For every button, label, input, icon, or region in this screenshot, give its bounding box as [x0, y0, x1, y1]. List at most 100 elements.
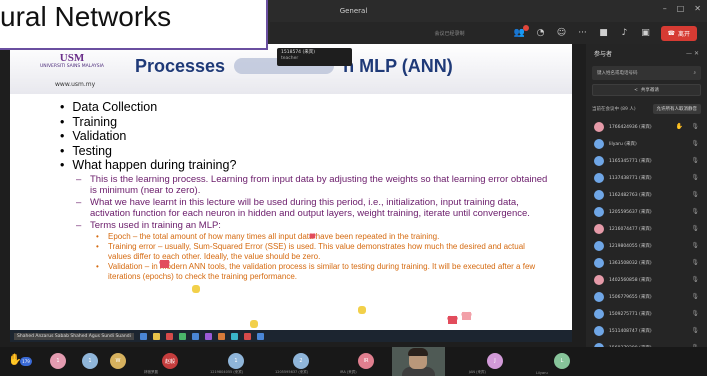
sub-item: • Training error – usually, Sum-Squared E… [96, 242, 550, 261]
mic-icon[interactable]: ♪ [619, 27, 631, 39]
participant-name: 1363508032 (来宾) [609, 260, 652, 266]
search-icon: ⌕ [693, 71, 696, 76]
video-strip: 1 1 W 赵毅 林驰罗晨 1 1219804055 (来宾) 2 120559563… [0, 347, 707, 376]
avatar [594, 240, 604, 251]
avatar [594, 155, 604, 166]
mic-muted-icon[interactable]: 🎙 [691, 191, 699, 198]
slide-url: www.usm.my [55, 81, 96, 88]
close-panel-icon[interactable]: ✕ [694, 50, 699, 57]
avatar: L [554, 353, 570, 369]
participant-list: 1766424936 (来宾) ✋ 🎙 lilyaru (来宾) 🎙 11653457… [586, 118, 707, 356]
share-invite-button[interactable]: < 共享邀请 [592, 84, 701, 96]
recording-status: 会议已经录制 [434, 30, 465, 37]
maximize-icon[interactable]: □ [677, 4, 685, 13]
mic-muted-icon[interactable]: 🎙 [691, 242, 699, 249]
tile-name: Lilyaru [536, 371, 548, 375]
participant-row[interactable]: 1162482763 (来宾) 🎙 [586, 186, 707, 203]
mic-muted-icon[interactable]: 🎙 [691, 293, 699, 300]
share-icon: < [634, 87, 638, 93]
bullet-item: What happen during training? [60, 158, 550, 173]
avatar [594, 274, 604, 285]
share-icon[interactable]: ▣ [640, 27, 652, 39]
usm-logo: USM UNIVERSITI SAINS MALAYSIA [32, 52, 112, 84]
participant-row[interactable]: 1137438771 (来宾) 🎙 [586, 169, 707, 186]
video-tile[interactable]: 1 1219804055 (来宾) [208, 350, 268, 374]
avatar: W [110, 353, 126, 369]
mic-muted-icon[interactable]: 🎙 [691, 208, 699, 215]
sub-text: Epoch – the total amount of how many tim… [108, 231, 440, 241]
close-icon[interactable]: ✕ [694, 4, 701, 13]
tile-name: IRA (来宾) [340, 370, 357, 374]
participant-name-popup: 1518574 (来宾) teacher [277, 48, 352, 66]
chat-icon[interactable]: ◔ [535, 27, 547, 39]
participant-name: 1509275771 (来宾) [609, 311, 652, 317]
heart-reaction [160, 260, 169, 268]
participant-name: 1766424936 (来宾) [609, 124, 652, 130]
panel-title: 参与者 [594, 50, 613, 58]
participant-row[interactable]: 1509275771 (来宾) 🎙 [586, 305, 707, 322]
mic-muted-icon[interactable]: 🎙 [691, 157, 699, 164]
tile-name: 1219804055 (来宾) [210, 370, 244, 374]
bullet-item: Testing [60, 144, 550, 159]
video-tile[interactable]: W [90, 350, 150, 374]
mic-muted-icon[interactable]: 🎙 [691, 123, 699, 130]
minimize-panel-icon[interactable]: — [686, 50, 692, 57]
participant-row[interactable]: 1511408747 (来宾) 🎙 [586, 322, 707, 339]
video-tile[interactable]: J JAN (来宾) [467, 350, 527, 374]
presenter-label: Shahed Anzarus Sabab Shahed Agus Sundi S… [14, 332, 134, 340]
leave-button[interactable]: ☎ 离开 [660, 25, 697, 41]
bullet-item: Training [60, 115, 550, 130]
video-tile[interactable]: 赵毅 林驰罗晨 [142, 350, 202, 374]
participant-row[interactable]: 1363508032 (来宾) 🎙 [586, 254, 707, 271]
participant-row[interactable]: lilyaru (来宾) 🎙 [586, 135, 707, 152]
participant-name: 1506779655 (来宾) [609, 294, 652, 300]
dash-text: Terms used in training an MLP: [90, 219, 221, 231]
avatar: 1 [228, 353, 244, 369]
avatar [594, 172, 604, 183]
thumbs-up-reaction [192, 285, 200, 293]
reactions-icon[interactable]: ☺ [556, 27, 568, 39]
notification-dot [522, 25, 529, 31]
avatar: IR [358, 353, 374, 369]
participant-row[interactable]: 1506779655 (来宾) 🎙 [586, 288, 707, 305]
camera-icon[interactable]: ■ [598, 27, 610, 39]
taskbar-icon [139, 332, 147, 340]
participant-search[interactable]: 键入姓名或电话号码 ⌕ [592, 66, 701, 80]
video-tile[interactable]: 2 1205595637 (来宾) [273, 350, 333, 374]
participant-row[interactable]: 1216074477 (来宾) 🎙 [586, 220, 707, 237]
mic-muted-icon[interactable]: 🎙 [691, 276, 699, 283]
mic-muted-icon[interactable]: 🎙 [691, 140, 699, 147]
taskbar-icon [243, 332, 251, 340]
participant-name: 1205595637 (来宾) [609, 209, 652, 215]
mic-muted-icon[interactable]: 🎙 [691, 310, 699, 317]
mic-muted-icon[interactable]: 🎙 [691, 259, 699, 266]
participant-row[interactable]: 1402560858 (来宾) 🎙 [586, 271, 707, 288]
participant-row[interactable]: 1766424936 (来宾) ✋ 🎙 [586, 118, 707, 135]
participant-row[interactable]: 1205595637 (来宾) 🎙 [586, 203, 707, 220]
mic-muted-icon[interactable]: 🎙 [691, 225, 699, 232]
sub-text: Validation – in modern ANN tools, the va… [108, 262, 536, 281]
heart-reaction [448, 316, 457, 324]
avatar [594, 206, 604, 217]
participant-row[interactable]: 1219804055 (来宾) 🎙 [586, 237, 707, 254]
sub-marker: • [96, 262, 99, 271]
minimize-icon[interactable]: – [663, 4, 667, 13]
tile-name: 林驰罗晨 [144, 370, 158, 374]
video-tile[interactable]: IR IRA (来宾) [338, 350, 398, 374]
person-hair [408, 348, 428, 356]
tile-name: JAN (来宾) [469, 370, 486, 374]
participant-name: 1162482763 (来宾) [609, 192, 652, 198]
participants-icon[interactable]: 👥 [514, 25, 529, 39]
search-input[interactable]: 键入姓名或电话号码 [597, 70, 638, 76]
mic-muted-icon[interactable]: 🎙 [691, 174, 699, 181]
participant-row[interactable]: 1165345771 (来宾) 🎙 [586, 152, 707, 169]
participant-name: 1165345771 (来宾) [609, 158, 652, 164]
camera-video-tile[interactable] [392, 347, 445, 376]
more-icon[interactable]: ··· [577, 27, 589, 39]
taskbar-icon [217, 332, 225, 340]
video-tile[interactable]: L Lilyaru [534, 350, 594, 375]
unmute-all-button[interactable]: 允许所有人取消静音 [652, 104, 701, 114]
dash-item: – Terms used in training an MLP: [76, 220, 550, 231]
taskbar-icon [165, 332, 173, 340]
mic-muted-icon[interactable]: 🎙 [691, 327, 699, 334]
